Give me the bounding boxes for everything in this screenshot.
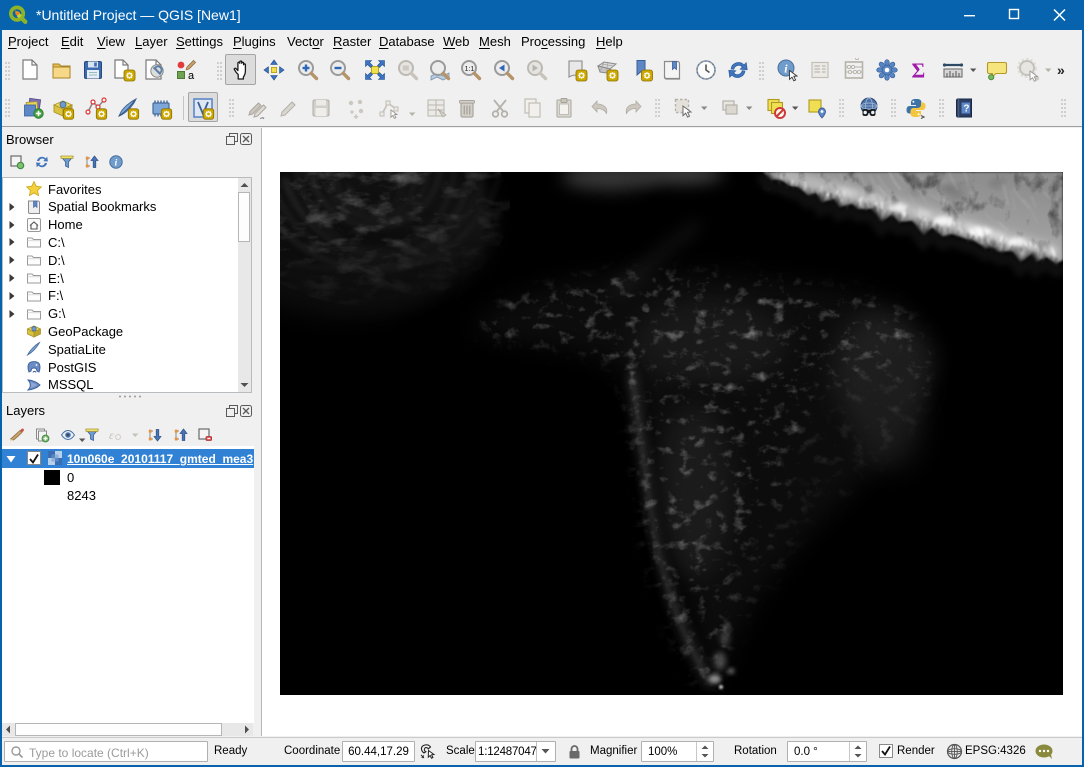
svg-text:»: » xyxy=(1057,62,1065,78)
svg-text:i: i xyxy=(115,158,118,168)
svg-text:ε: ε xyxy=(109,428,114,442)
svg-text:a: a xyxy=(188,70,195,82)
svg-text:Σ: Σ xyxy=(912,59,926,83)
svg-text:1:1: 1:1 xyxy=(465,66,475,73)
svg-text:?: ? xyxy=(963,104,969,115)
